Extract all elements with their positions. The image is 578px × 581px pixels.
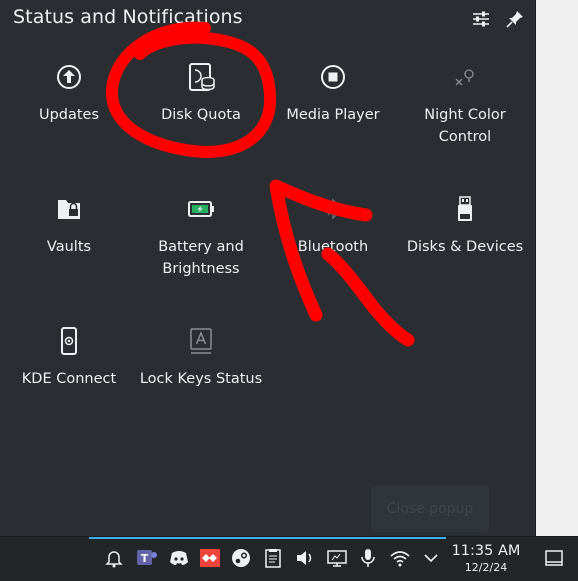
tile-label: Battery and Brightness [158, 239, 244, 277]
wifi-icon[interactable] [389, 547, 411, 569]
taskbar: T 11:35 AM 12/2/24 [0, 536, 578, 581]
pin-icon[interactable] [504, 8, 526, 30]
tile-label: Disks & Devices [406, 239, 524, 255]
tile-label: Media Player [286, 107, 380, 123]
popup-title: Status and Notifications [13, 6, 243, 28]
tile-label: KDE Connect [21, 371, 117, 387]
volume-icon[interactable] [294, 547, 316, 569]
clipboard-icon[interactable] [262, 547, 284, 569]
tile-battery-brightness[interactable]: Battery and Brightness [135, 194, 267, 326]
vault-icon [54, 194, 84, 224]
tile-updates[interactable]: Updates [3, 62, 135, 194]
svg-text:T: T [141, 552, 149, 565]
tile-media-player[interactable]: Media Player [267, 62, 399, 194]
microphone-icon[interactable] [357, 547, 379, 569]
lock-keys-icon [186, 326, 216, 356]
tile-label: Updates [38, 107, 100, 123]
clock-date[interactable]: 12/2/24 [446, 561, 526, 574]
configure-icon[interactable] [470, 8, 492, 30]
discord-icon[interactable] [168, 547, 190, 569]
anydesk-icon[interactable] [199, 547, 221, 569]
teams-icon[interactable]: T [136, 547, 158, 569]
tile-label: Disk Quota [161, 107, 241, 123]
steam-icon[interactable] [230, 547, 252, 569]
display-icon[interactable] [326, 547, 348, 569]
disk-quota-icon [186, 62, 216, 92]
media-player-icon [318, 62, 348, 92]
tile-label: Vaults [46, 239, 92, 255]
tile-bluetooth[interactable]: Bluetooth [267, 194, 399, 326]
disk-device-icon [450, 194, 480, 224]
tile-kde-connect[interactable]: KDE Connect [3, 326, 135, 458]
tile-label: Night Color Control [424, 107, 506, 145]
bluetooth-icon [318, 194, 348, 224]
status-notifications-popup: Status and Notifications Updates Disk Qu… [0, 0, 536, 536]
battery-icon [186, 194, 216, 224]
notification-bell-icon[interactable] [103, 547, 125, 569]
clock-time[interactable]: 11:35 AM [446, 543, 526, 559]
tile-disk-quota[interactable]: Disk Quota [135, 62, 267, 194]
expand-tray-icon[interactable] [420, 547, 442, 569]
tile-vaults[interactable]: Vaults [3, 194, 135, 326]
night-color-icon [450, 62, 480, 92]
tile-night-color[interactable]: Night Color Control [399, 62, 531, 194]
tile-lock-keys[interactable]: Lock Keys Status [135, 326, 267, 458]
close-popup-button[interactable]: Close popup [371, 486, 489, 532]
tile-label: Lock Keys Status [139, 371, 263, 387]
tile-label: Bluetooth [297, 239, 369, 255]
taskbar-accent [89, 537, 446, 539]
update-icon [54, 62, 84, 92]
kde-connect-icon [54, 326, 84, 356]
show-desktop-icon[interactable] [543, 547, 565, 569]
tile-disks-devices[interactable]: Disks & Devices [399, 194, 531, 326]
